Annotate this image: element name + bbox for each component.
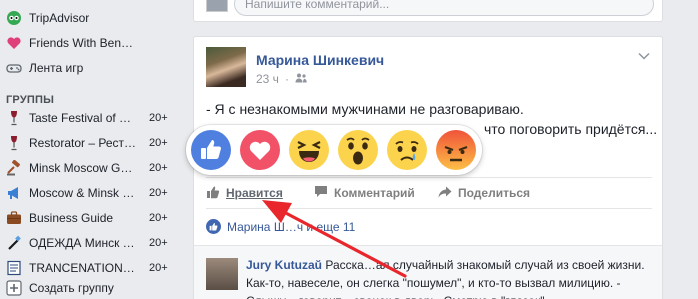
notification-count: 20+	[149, 262, 168, 274]
sad-reaction-icon[interactable]	[387, 130, 427, 170]
haha-reaction-icon[interactable]	[289, 130, 329, 170]
sidebar-item-label: Minsk Moscow Gu…	[29, 161, 137, 175]
notification-count: 20+	[149, 162, 168, 174]
hanger-icon	[6, 235, 22, 251]
likes-summary-text: Марина Ш…ч и еще 11	[227, 219, 356, 234]
plus-icon	[6, 280, 22, 296]
avatar	[206, 0, 228, 12]
sidebar-item-label: Business Guide	[29, 211, 114, 225]
post-author-name[interactable]: Марина Шинкевич	[256, 52, 384, 68]
sidebar-item-label: Restorator – Рест…	[29, 136, 137, 150]
sidebar-item-group[interactable]: Business Guide 20+	[6, 208, 170, 228]
sidebar-item-group[interactable]: Taste Festival of M… 20+	[6, 108, 170, 128]
angry-reaction-icon[interactable]	[436, 130, 476, 170]
sidebar-item-tripadvisor[interactable]: TripAdvisor	[6, 8, 170, 28]
thumbs-up-icon	[206, 185, 220, 202]
sidebar-item-group[interactable]: Minsk Moscow Gu… 20+	[6, 158, 170, 178]
share-label: Поделиться	[458, 186, 531, 200]
briefcase-icon	[6, 210, 22, 226]
commenter-avatar[interactable]	[206, 258, 238, 290]
gamepad-icon	[6, 60, 22, 76]
sidebar-item-group[interactable]: ОДЕЖДА Минск В… 20+	[6, 233, 170, 253]
friends-audience-icon[interactable]	[295, 72, 307, 86]
gavel-icon	[6, 160, 22, 176]
sidebar-item-friends-with-benefits[interactable]: Friends With Benef…	[6, 33, 170, 53]
groups-heading: ГРУППЫ	[6, 94, 55, 106]
document-icon	[6, 260, 22, 276]
heart-icon	[6, 35, 22, 51]
comment-input[interactable]: Напишите комментарий...	[234, 0, 654, 16]
sidebar-item-label: Moscow & Minsk …	[29, 186, 135, 200]
share-arrow-icon	[438, 186, 452, 201]
likes-summary[interactable]: Марина Ш…ч и еще 11	[206, 219, 355, 234]
notification-count: 20+	[149, 187, 168, 199]
megaphone-icon	[6, 185, 22, 201]
notification-count: 20+	[149, 137, 168, 149]
sidebar-item-label: TRANCENATION…	[29, 261, 135, 275]
comment-button[interactable]: Комментарий	[314, 185, 415, 201]
sidebar-item-group[interactable]: Moscow & Minsk … 20+	[6, 183, 170, 203]
sidebar-item-create-group[interactable]: Создать группу	[6, 278, 170, 298]
reactions-popup	[186, 125, 482, 175]
notification-count: 20+	[149, 237, 168, 249]
post-text-line: что поговорить придётся...	[484, 121, 658, 137]
owl-icon	[6, 10, 22, 26]
post-timestamp[interactable]: 23 ч	[256, 72, 279, 86]
love-reaction-icon[interactable]	[240, 130, 280, 170]
wine-glass-icon	[6, 110, 22, 126]
sidebar-item-label: Лента игр	[29, 61, 84, 75]
notification-count: 20+	[149, 112, 168, 124]
like-badge-icon	[206, 219, 221, 234]
notification-count: 20+	[149, 212, 168, 224]
sidebar-item-label: ОДЕЖДА Минск В…	[29, 236, 137, 250]
post-meta: 23 ч ·	[256, 72, 307, 86]
sep-dot: ·	[284, 72, 289, 86]
author-avatar[interactable]	[206, 47, 246, 87]
sidebar-item-group[interactable]: Restorator – Рест… 20+	[6, 133, 170, 153]
comment-body: Jury Kutuzaŭ Расска…ал случайный знакомы…	[246, 256, 646, 299]
post-action-bar: Нравится Комментарий Поделиться	[206, 177, 652, 209]
sidebar-item-label: Taste Festival of M…	[29, 111, 137, 125]
sidebar-item-label: Создать группу	[29, 281, 114, 295]
wine-glass-icon	[6, 135, 22, 151]
sidebar-item-label: TripAdvisor	[29, 11, 90, 25]
like-label: Нравится	[226, 186, 283, 200]
sidebar-item-label: Friends With Benef…	[29, 36, 137, 50]
previous-post-footer: Напишите комментарий...	[193, 0, 663, 22]
speech-bubble-icon	[314, 185, 328, 201]
sidebar-item-games-feed[interactable]: Лента игр	[6, 58, 170, 78]
like-button[interactable]: Нравится	[206, 185, 283, 202]
sidebar-item-group[interactable]: TRANCENATION… 20+	[6, 258, 170, 278]
comment-item: Jury Kutuzaŭ Расска…ал случайный знакомы…	[194, 245, 662, 299]
chevron-down-icon[interactable]	[638, 49, 650, 63]
left-sidebar: TripAdvisor Friends With Benef… Лента иг…	[0, 0, 172, 299]
share-button[interactable]: Поделиться	[438, 186, 530, 201]
commenter-name[interactable]: Jury Kutuzaŭ	[246, 258, 322, 272]
comment-label: Комментарий	[334, 186, 415, 200]
post-text-line: - Я с незнакомыми мужчинами не разговари…	[206, 101, 524, 117]
wow-reaction-icon[interactable]	[338, 130, 378, 170]
like-reaction-icon[interactable]	[191, 130, 231, 170]
